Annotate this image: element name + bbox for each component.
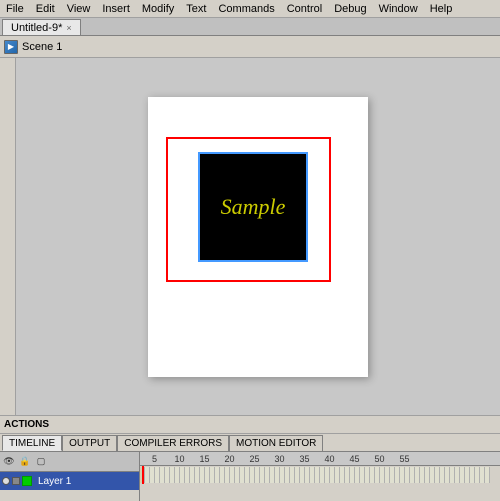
playhead <box>142 466 144 484</box>
frame-num-45: 45 <box>342 454 367 464</box>
frame-numbers: 5 10 15 20 25 30 35 40 45 50 55 <box>140 452 500 466</box>
frame-num-15: 15 <box>192 454 217 464</box>
tab-timeline[interactable]: TIMELINE <box>2 435 62 451</box>
frame-num-55: 55 <box>392 454 417 464</box>
outline-box <box>22 476 32 486</box>
timeline-tabs: TIMELINE OUTPUT COMPILER ERRORS MOTION E… <box>0 434 500 452</box>
tab-close-button[interactable]: × <box>66 23 71 33</box>
sample-text: Sample <box>221 194 286 220</box>
menu-bar: File Edit View Insert Modify Text Comman… <box>0 0 500 18</box>
frame-num-50: 50 <box>367 454 392 464</box>
layer-name: Layer 1 <box>38 476 71 487</box>
tab-output[interactable]: OUTPUT <box>62 435 117 451</box>
tab-bar: Untitled-9* × <box>0 18 500 36</box>
toolbox <box>0 58 16 415</box>
layer-panel: 👁 🔒 ▢ Layer 1 <box>0 452 140 501</box>
menu-modify[interactable]: Modify <box>136 2 180 16</box>
frame-cell-69[interactable] <box>485 467 490 483</box>
canvas-area[interactable]: Sample <box>16 58 500 415</box>
lock-dot <box>12 477 20 485</box>
movie-clip[interactable]: Sample <box>198 152 308 262</box>
layer-controls: 👁 🔒 ▢ <box>0 452 139 472</box>
menu-debug[interactable]: Debug <box>328 2 372 16</box>
document-tab[interactable]: Untitled-9* × <box>2 19 81 35</box>
tab-motion-editor[interactable]: MOTION EDITOR <box>229 435 323 451</box>
visibility-dot <box>2 477 10 485</box>
scene-label[interactable]: Scene 1 <box>22 41 62 53</box>
frames-row: (function() { const fr = document.getEle… <box>140 466 500 484</box>
scene-icon: ▶ <box>4 40 18 54</box>
layer-row[interactable]: Layer 1 <box>0 472 139 490</box>
frame-num-20: 20 <box>217 454 242 464</box>
bottom-panels: ACTIONS TIMELINE OUTPUT COMPILER ERRORS … <box>0 415 500 500</box>
frame-num-25: 25 <box>242 454 267 464</box>
actions-label: ACTIONS <box>4 419 49 430</box>
menu-view[interactable]: View <box>61 2 97 16</box>
timeline-content: 👁 🔒 ▢ Layer 1 5 10 15 20 25 30 35 <box>0 452 500 501</box>
menu-help[interactable]: Help <box>424 2 459 16</box>
stage: Sample <box>148 97 368 377</box>
frame-num-5: 5 <box>142 454 167 464</box>
frame-num-40: 40 <box>317 454 342 464</box>
lock-icon: 🔒 <box>18 455 32 469</box>
outline-icon: ▢ <box>34 455 48 469</box>
eye-icon: 👁 <box>2 455 16 469</box>
frames-area: 5 10 15 20 25 30 35 40 45 50 55 (functio… <box>140 452 500 501</box>
main-area: Sample <box>0 58 500 415</box>
menu-commands[interactable]: Commands <box>212 2 280 16</box>
menu-window[interactable]: Window <box>373 2 424 16</box>
frame-num-35: 35 <box>292 454 317 464</box>
menu-text[interactable]: Text <box>180 2 212 16</box>
frame-num-10: 10 <box>167 454 192 464</box>
tab-label: Untitled-9* <box>11 22 62 34</box>
menu-control[interactable]: Control <box>281 2 328 16</box>
menu-file[interactable]: File <box>0 2 30 16</box>
actions-bar: ACTIONS <box>0 416 500 434</box>
menu-edit[interactable]: Edit <box>30 2 61 16</box>
scene-panel: ▶ Scene 1 <box>0 36 500 58</box>
frame-num-30: 30 <box>267 454 292 464</box>
menu-insert[interactable]: Insert <box>96 2 136 16</box>
tab-compiler-errors[interactable]: COMPILER ERRORS <box>117 435 229 451</box>
